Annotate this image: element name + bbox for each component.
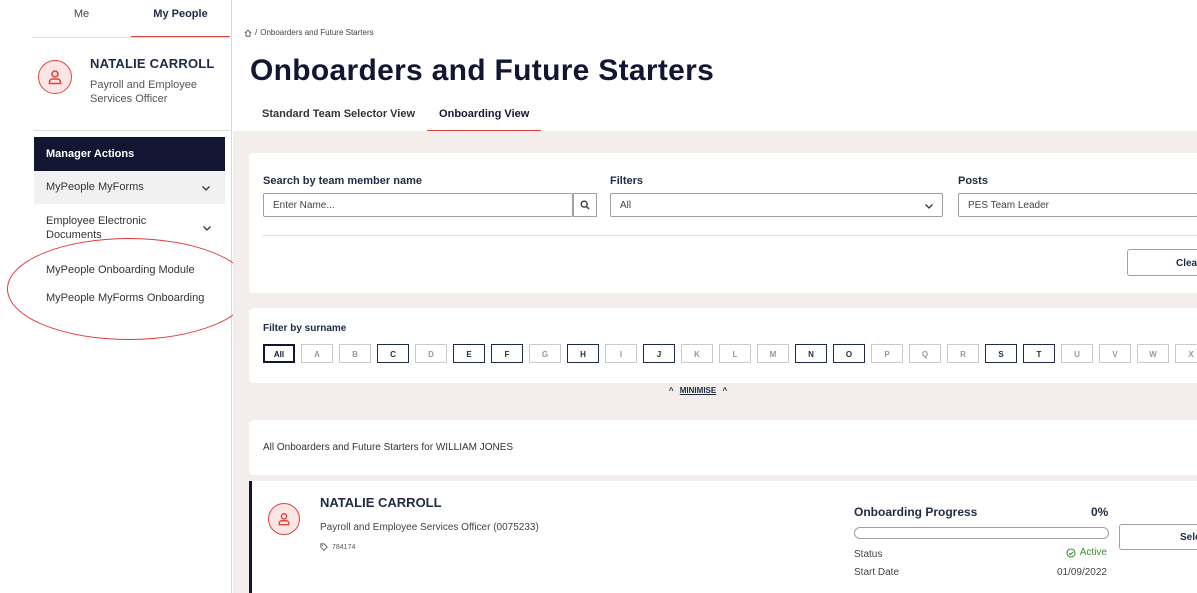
start-date-label: Start Date [854, 567, 900, 578]
manager-actions-header: Manager Actions [34, 137, 225, 171]
chevron-up-icon: ^ [722, 386, 728, 395]
user-profile: NATALIE CARROLL Payroll and Employee Ser… [38, 54, 228, 124]
start-date-value: 01/09/2022 [1056, 567, 1107, 578]
letter-filter-o[interactable]: O [833, 344, 865, 363]
menu-item-employee-electronic-documents[interactable]: Employee Electronic Documents [34, 210, 184, 248]
divider [34, 130, 230, 131]
results-summary-card: All Onboarders and Future Starters for W… [249, 420, 1197, 475]
letter-filter-v[interactable]: V [1099, 344, 1131, 363]
letter-filter-b[interactable]: B [339, 344, 371, 363]
clear-button[interactable]: Clea [1127, 249, 1197, 276]
user-icon [278, 513, 290, 526]
onboarding-progress-percent: 0% [1091, 505, 1109, 519]
letter-filter-a[interactable]: A [301, 344, 333, 363]
status-value: Active [1079, 547, 1107, 558]
profile-role: Payroll and Employee Services Officer [90, 79, 198, 105]
minimise-toggle[interactable]: ^ MINIMISE ^ [233, 386, 1163, 395]
menu-item-mypeople-myforms[interactable]: MyPeople MyForms [34, 171, 225, 204]
tag-icon [320, 543, 328, 551]
status-badge: Active [1066, 547, 1107, 558]
menu-item-onboarding-module[interactable]: MyPeople Onboarding Module [34, 264, 225, 284]
menu-item-label: MyPeople Onboarding Module [46, 264, 195, 276]
menu-item-label: MyPeople MyForms [46, 181, 144, 193]
letter-filter-h[interactable]: H [567, 344, 599, 363]
minimise-label: MINIMISE [679, 386, 717, 395]
sidebar-tabs: Me My People [32, 0, 230, 38]
menu-item-label: Employee Electronic Documents [46, 215, 147, 241]
divider [263, 235, 1197, 236]
onboarding-progress-bar [854, 527, 1109, 539]
posts-label: Posts [958, 175, 988, 187]
letter-filter-n[interactable]: N [795, 344, 827, 363]
letter-filter-i[interactable]: I [605, 344, 637, 363]
letter-filter-row: All A B C D E F G H I J K L M N O P Q R S T U V W X [263, 344, 1197, 363]
letter-filter-w[interactable]: W [1137, 344, 1169, 363]
filters-value: All [620, 200, 632, 211]
surname-filter-card: Filter by surname All A B C D E F G H I J K L M N O P Q R S… [249, 308, 1197, 383]
chevron-down-icon [203, 226, 211, 231]
highlight-circle-annotation [7, 238, 251, 340]
chevron-up-icon: ^ [668, 386, 674, 395]
results-summary-text: All Onboarders and Future Starters for W… [263, 442, 514, 453]
avatar [38, 60, 72, 94]
filters-label: Filters [610, 175, 644, 187]
view-tabs: Standard Team Selector View Onboarding V… [250, 102, 542, 132]
letter-filter-r[interactable]: R [947, 344, 979, 363]
breadcrumb-current: Onboarders and Future Starters [260, 28, 374, 37]
avatar [268, 503, 300, 535]
user-icon [48, 70, 62, 85]
search-label: Search by team member name [263, 175, 422, 187]
home-icon[interactable] [244, 29, 252, 37]
breadcrumb-separator: / [255, 28, 258, 37]
letter-filter-f[interactable]: F [491, 344, 523, 363]
letter-filter-e[interactable]: E [453, 344, 485, 363]
chevron-down-icon [925, 204, 933, 209]
filters-select[interactable]: All [610, 193, 943, 217]
letter-filter-x[interactable]: X [1175, 344, 1197, 363]
search-icon [580, 200, 590, 210]
tab-my-people[interactable]: My People [131, 0, 230, 38]
letter-filter-g[interactable]: G [529, 344, 561, 363]
tab-standard-team-selector-view[interactable]: Standard Team Selector View [250, 102, 427, 132]
letter-filter-all[interactable]: All [263, 344, 295, 363]
menu-item-label: MyPeople MyForms Onboarding [46, 292, 205, 304]
letter-filter-s[interactable]: S [985, 344, 1017, 363]
tab-me[interactable]: Me [32, 0, 131, 38]
tab-onboarding-view[interactable]: Onboarding View [427, 102, 542, 132]
profile-name: NATALIE CARROLL [90, 56, 215, 71]
filter-card: Search by team member name Enter Name...… [249, 153, 1197, 293]
posts-select[interactable]: PES Team Leader [958, 193, 1197, 217]
letter-filter-c[interactable]: C [377, 344, 409, 363]
letter-filter-u[interactable]: U [1061, 344, 1093, 363]
person-name: NATALIE CARROLL [320, 495, 442, 510]
select-button[interactable]: Select [1119, 524, 1197, 550]
chevron-down-icon [202, 186, 210, 191]
check-circle-icon [1066, 547, 1076, 558]
breadcrumb: / Onboarders and Future Starters [244, 28, 374, 37]
surname-filter-label: Filter by surname [263, 323, 347, 334]
letter-filter-k[interactable]: K [681, 344, 713, 363]
letter-filter-q[interactable]: Q [909, 344, 941, 363]
letter-filter-l[interactable]: L [719, 344, 751, 363]
person-card: NATALIE CARROLL Payroll and Employee Ser… [249, 481, 1197, 593]
letter-filter-m[interactable]: M [757, 344, 789, 363]
search-button[interactable] [573, 193, 597, 217]
sidebar: Me My People NATALIE CARROLL Payroll and… [0, 0, 251, 593]
letter-filter-j[interactable]: J [643, 344, 675, 363]
letter-filter-t[interactable]: T [1023, 344, 1055, 363]
search-input[interactable]: Enter Name... [263, 193, 573, 217]
onboarding-progress-title: Onboarding Progress [854, 505, 978, 519]
main-content: / Onboarders and Future Starters Onboard… [233, 0, 1197, 593]
menu-item-myforms-onboarding[interactable]: MyPeople MyForms Onboarding [34, 292, 225, 312]
person-tag-value: 784174 [332, 543, 356, 551]
letter-filter-d[interactable]: D [415, 344, 447, 363]
letter-filter-p[interactable]: P [871, 344, 903, 363]
status-label: Status [854, 549, 883, 560]
person-role: Payroll and Employee Services Officer (0… [320, 522, 539, 533]
person-tag: 784174 [320, 543, 355, 551]
page-title: Onboarders and Future Starters [250, 54, 715, 87]
